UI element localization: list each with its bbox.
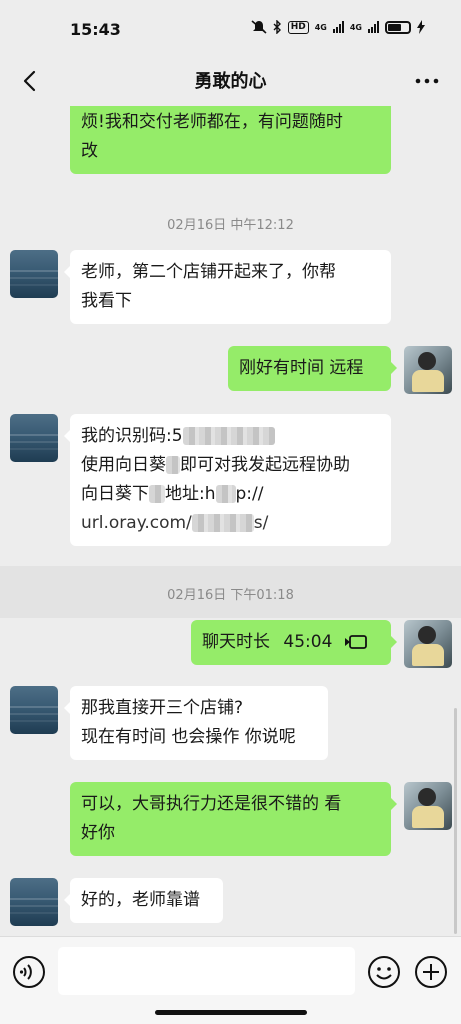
signal-icon-2 [368, 21, 379, 33]
redaction-blur [149, 485, 165, 503]
message-text: 好你 [81, 823, 115, 843]
avatar[interactable] [404, 782, 452, 830]
message-text: 那我直接开三个店铺? [81, 698, 244, 718]
message-text-part: 即可对我发起远程协助 [180, 455, 350, 475]
message-text-part: 5 [171, 426, 183, 446]
network-label-1: 4G [314, 22, 327, 32]
message-text-part: p:// [235, 484, 264, 504]
message-text-part: 地址:h [165, 484, 216, 504]
call-label: 聊天时长 [202, 632, 270, 652]
avatar[interactable] [10, 250, 58, 298]
message-text: 使用向日葵 即可对我发起远程协助 [81, 451, 380, 480]
message-text: 可以，大哥执行力还是很不错的 看 [81, 794, 342, 814]
status-icons: HD 4G 4G [251, 20, 425, 34]
redaction-blur [182, 427, 275, 445]
home-indicator[interactable] [155, 1010, 307, 1015]
avatar[interactable] [10, 414, 58, 462]
message-text: 现在有时间 也会操作 你说呢 [81, 727, 296, 747]
message-input[interactable] [58, 947, 355, 995]
message-bubble-incoming[interactable]: 好的，老师靠谱 [64, 878, 223, 923]
redaction-blur [215, 485, 236, 503]
hd-badge: HD [287, 20, 309, 34]
avatar[interactable] [10, 686, 58, 734]
message-text: 我的识别码:5 [81, 422, 380, 451]
message-text: 改 [81, 141, 98, 161]
avatar[interactable] [404, 620, 452, 668]
message-text-part: 向日葵下 [81, 484, 149, 504]
message-text: 好的，老师靠谱 [81, 890, 200, 910]
message-bubble-incoming[interactable]: 老师，第二个店铺开起来了，你帮 我看下 [64, 250, 391, 324]
more-icon[interactable] [413, 66, 441, 96]
timestamp: 02月16日 中午12:12 [167, 218, 294, 233]
video-call-icon [344, 635, 367, 649]
message-link[interactable]: url.oray.com/s/ [81, 509, 380, 538]
message-bubble-outgoing[interactable]: 刚好有时间 远程 [228, 346, 397, 391]
signal-icon-1 [332, 21, 344, 33]
add-icon[interactable] [414, 955, 448, 989]
avatar[interactable] [404, 346, 452, 394]
chat-title: 勇敢的心 [194, 71, 267, 92]
status-bar: 15:43 HD 4G 4G [0, 0, 461, 56]
emoji-icon[interactable] [367, 955, 401, 989]
message-text: 我看下 [81, 291, 132, 311]
voice-input-icon[interactable] [12, 955, 46, 989]
message-bubble-outgoing[interactable]: 烦!我和交付老师都在，有问题随时 改 [70, 106, 391, 174]
avatar[interactable] [10, 878, 58, 926]
message-bubble-outgoing[interactable]: 可以，大哥执行力还是很不错的 看 好你 [70, 782, 397, 856]
call-duration: 45:04 [283, 632, 333, 652]
message-text-part: url.oray.com/ [81, 513, 192, 533]
message-text: 刚好有时间 远程 [239, 358, 364, 378]
redaction-blur [166, 456, 180, 474]
charging-icon [417, 20, 425, 34]
message-list[interactable]: 烦!我和交付老师都在，有问题随时 改 02月16日 中午12:12 老师，第二个… [0, 106, 461, 936]
message-bubble-incoming[interactable]: 我的识别码:5 使用向日葵 即可对我发起远程协助 向日葵下 地址:h p:// url… [64, 414, 391, 546]
battery-icon [385, 20, 411, 34]
message-text: 向日葵下 地址:h p:// [81, 480, 380, 509]
network-label-2: 4G [349, 22, 362, 32]
bluetooth-icon [273, 20, 281, 34]
message-text-part: 使用向日葵 [81, 455, 166, 475]
chat-header: 勇敢的心 [0, 56, 461, 106]
timestamp: 02月16日 下午01:18 [167, 588, 294, 603]
mute-bell-icon [251, 20, 267, 34]
message-text: 老师，第二个店铺开起来了，你帮 [81, 262, 336, 282]
scrollbar[interactable] [454, 708, 457, 934]
message-bubble-incoming[interactable]: 那我直接开三个店铺? 现在有时间 也会操作 你说呢 [64, 686, 328, 760]
message-text-part: s/ [253, 513, 269, 533]
call-duration-bubble[interactable]: 聊天时长 45:04 [191, 620, 397, 665]
call-duration-line: 聊天时长 45:04 [202, 628, 380, 657]
status-time: 15:43 [70, 20, 121, 39]
message-text-part: 我的识别码: [81, 426, 172, 446]
redaction-blur [191, 514, 254, 532]
message-text: 烦!我和交付老师都在，有问题随时 [81, 112, 343, 132]
